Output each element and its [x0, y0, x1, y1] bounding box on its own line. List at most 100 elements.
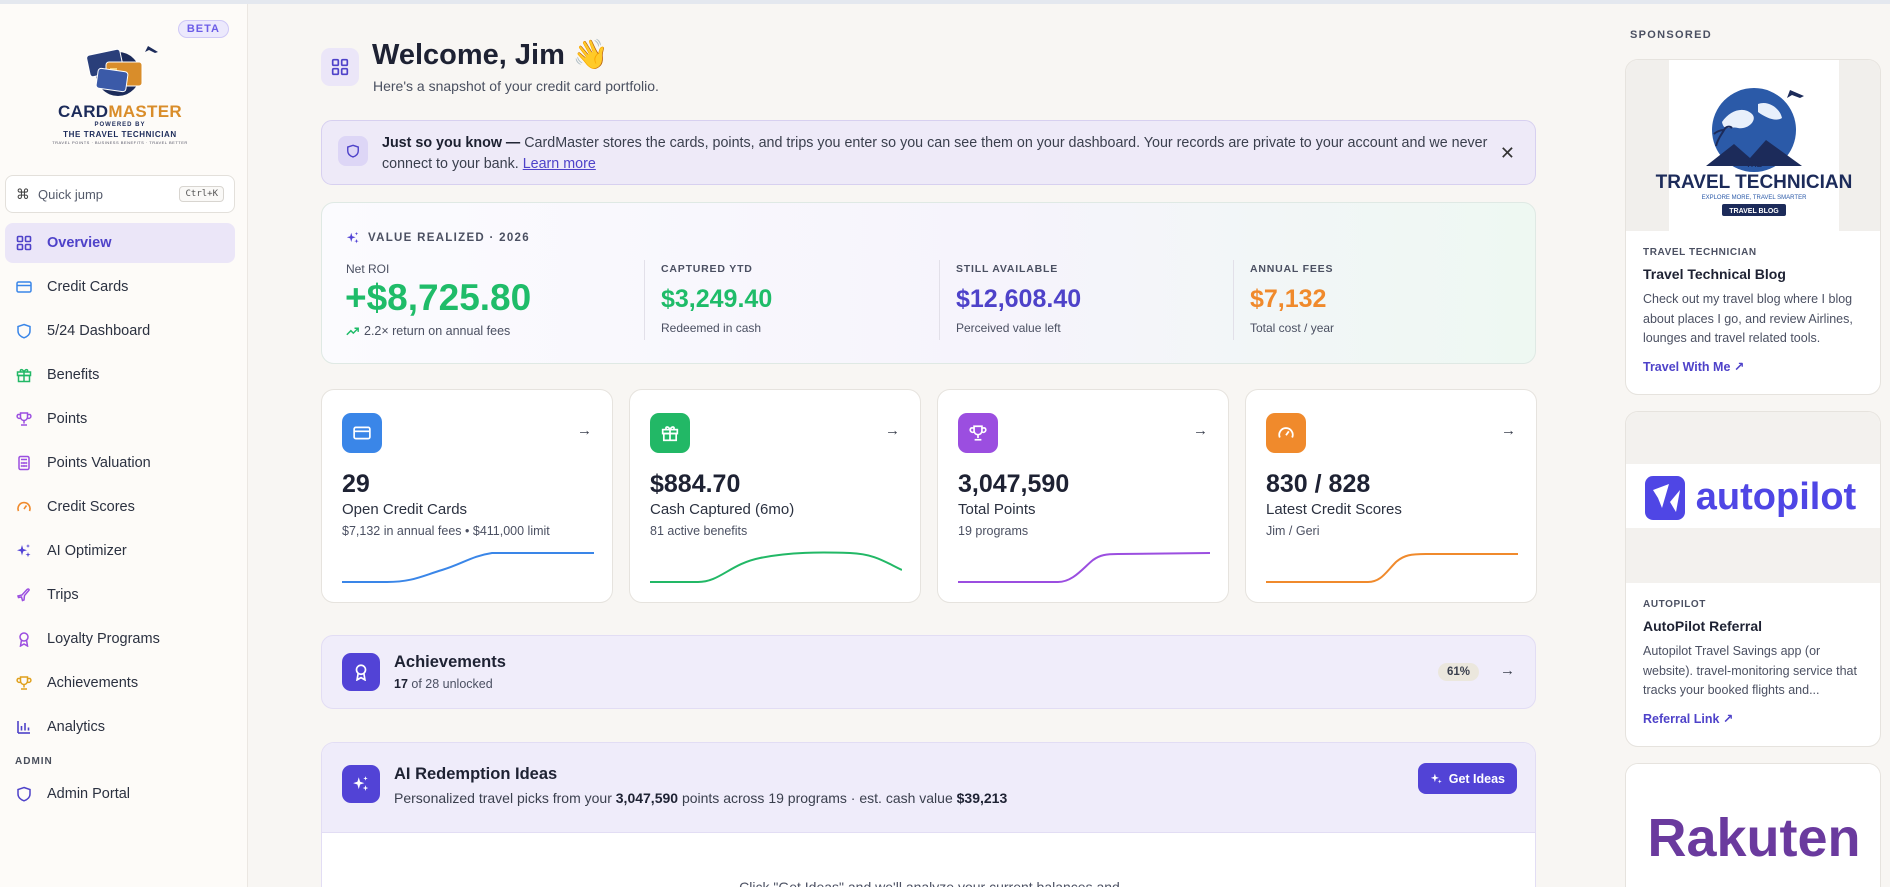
trophy-icon — [15, 674, 33, 692]
net-roi-value: +$8,725.80 — [345, 277, 532, 318]
metric-value: 29 — [342, 470, 370, 498]
ad-autopilot[interactable]: autopilot AUTOPILOT AutoPilot Referral A… — [1625, 411, 1881, 747]
sidebar-item-label: Credit Cards — [47, 279, 129, 295]
autopilot-logo: autopilot — [1626, 464, 1880, 528]
stat-sub: Perceived value left — [956, 321, 1061, 335]
sidebar-item-label: Points — [47, 411, 88, 427]
annual-fees-stat: ANNUAL FEES $7,132 Total cost / year — [1233, 260, 1334, 340]
get-ideas-button[interactable]: Get Ideas — [1417, 763, 1517, 794]
metric-card-open-credit-cards[interactable]: → 29 Open Credit Cards $7,132 in annual … — [321, 389, 613, 603]
achievements-percent-badge: 61% — [1437, 663, 1479, 681]
command-icon: ⌘ — [16, 185, 30, 202]
ad-tag: TRAVEL TECHNICIAN — [1643, 247, 1757, 258]
referral-link[interactable]: Referral Link ↗ — [1643, 711, 1733, 726]
close-icon[interactable]: ✕ — [1500, 143, 1515, 164]
metric-card-cash-captured[interactable]: → $884.70 Cash Captured (6mo) 81 active … — [629, 389, 921, 603]
stat-label: STILL AVAILABLE — [956, 263, 1059, 275]
metric-title: Latest Credit Scores — [1266, 501, 1402, 518]
net-roi-label: Net ROI — [346, 262, 390, 276]
beta-badge: BETA — [177, 20, 229, 38]
sidebar-item-loyalty-programs[interactable]: Loyalty Programs — [5, 619, 235, 659]
stat-value: $12,608.40 — [956, 285, 1082, 313]
sparkline — [958, 552, 1210, 583]
ad-title: AutoPilot Referral — [1643, 618, 1763, 634]
sidebar-item-label: Admin Portal — [47, 786, 131, 802]
achievements-progress: 17 of 28 unlocked — [394, 677, 493, 691]
sparkline — [650, 551, 902, 583]
sparkline — [1266, 553, 1518, 583]
sidebar-item-label: Achievements — [47, 675, 139, 691]
shield-icon — [338, 136, 368, 166]
sparkles-icon — [1430, 773, 1442, 784]
stat-value: $3,249.40 — [661, 285, 773, 313]
metric-value: $884.70 — [650, 470, 741, 498]
arrow-right-icon: → — [885, 422, 900, 439]
metric-value: 830 / 828 — [1266, 470, 1371, 498]
achievements-banner[interactable]: Achievements 17 of 28 unlocked 61% → — [321, 635, 1536, 709]
gift-icon — [15, 366, 33, 384]
ad-title: Travel Technical Blog — [1643, 266, 1786, 282]
rakuten-logo: Rakuten — [1647, 808, 1860, 868]
sidebar-item-overview[interactable]: Overview — [5, 223, 235, 263]
metric-sub: 81 active benefits — [650, 524, 748, 538]
quick-jump-label: Quick jump — [38, 186, 104, 202]
quick-jump-button[interactable]: ⌘ Quick jump Ctrl+K — [5, 175, 235, 213]
sidebar-item-label: Overview — [47, 235, 112, 251]
metric-card-total-points[interactable]: → 3,047,590 Total Points 19 programs — [937, 389, 1229, 603]
value-realized-card: VALUE REALIZED · 2026 Net ROI +$8,725.80… — [321, 202, 1536, 364]
metric-card-credit-scores[interactable]: → 830 / 828 Latest Credit Scores Jim / G… — [1245, 389, 1537, 603]
sidebar-item-analytics[interactable]: Analytics — [5, 707, 235, 747]
quick-jump-shortcut: Ctrl+K — [179, 186, 224, 202]
sidebar-item-benefits[interactable]: Benefits — [5, 355, 235, 395]
sidebar-item-admin-portal[interactable]: Admin Portal — [5, 774, 235, 814]
travel-with-me-link[interactable]: Travel With Me ↗ — [1643, 359, 1744, 374]
gauge-icon — [1266, 413, 1306, 453]
plane-icon — [15, 586, 33, 604]
ad-rakuten[interactable]: Rakuten — [1625, 763, 1881, 887]
logo-brand: THE TRAVEL TECHNICIAN — [63, 130, 177, 139]
achievements-title: Achievements — [394, 653, 506, 671]
svg-text:TRAVEL BLOG: TRAVEL BLOG — [1729, 208, 1779, 215]
sidebar-item-credit-cards[interactable]: Credit Cards — [5, 267, 235, 307]
sparkles-icon — [346, 231, 359, 244]
sidebar-item-points[interactable]: Points — [5, 399, 235, 439]
ai-redemption-header: AI Redemption Ideas Personalized travel … — [322, 743, 1535, 833]
sidebar-item-ai-optimizer[interactable]: AI Optimizer — [5, 531, 235, 571]
notice-lead: Just so you know — — [382, 135, 521, 151]
sidebar-item-points-valuation[interactable]: Points Valuation — [5, 443, 235, 483]
award-icon — [342, 653, 380, 691]
sidebar-item-achievements[interactable]: Achievements — [5, 663, 235, 703]
travel-technician-logo: THE TRAVEL TECHNICIAN EXPLORE MORE, TRAV… — [1656, 60, 1853, 231]
logo-area: BETA CARDMASTER POWERED BY THE TRAVEL TE… — [0, 4, 247, 164]
sidebar-item-label: 5/24 Dashboard — [47, 323, 151, 339]
metric-title: Cash Captured (6mo) — [650, 501, 795, 518]
ai-redemption-hint: Click "Get Ideas" and we'll analyze your… — [739, 879, 1120, 887]
net-roi-sub: 2.2× return on annual fees — [346, 324, 510, 338]
metric-title: Total Points — [958, 501, 1036, 518]
ad-image: Rakuten — [1626, 764, 1880, 887]
svg-text:TRAVEL TECHNICIAN: TRAVEL TECHNICIAN — [1656, 172, 1853, 193]
sparkles-icon — [15, 542, 33, 560]
learn-more-link[interactable]: Learn more — [523, 156, 596, 172]
arrow-right-icon: → — [1500, 662, 1515, 679]
logo-title: CARDMASTER — [58, 102, 182, 121]
ai-redemption-card: AI Redemption Ideas Personalized travel … — [321, 742, 1536, 887]
stat-sub: Total cost / year — [1250, 321, 1335, 335]
trophy-icon — [958, 413, 998, 453]
value-realized-label: VALUE REALIZED · 2026 — [346, 231, 530, 245]
stat-sub: Redeemed in cash — [661, 321, 762, 335]
sidebar-item-trips[interactable]: Trips — [5, 575, 235, 615]
ad-description: Autopilot Travel Savings app (or website… — [1643, 644, 1857, 697]
ad-travel-technician[interactable]: THE TRAVEL TECHNICIAN EXPLORE MORE, TRAV… — [1625, 59, 1881, 395]
sidebar-item-credit-scores[interactable]: Credit Scores — [5, 487, 235, 527]
ai-redemption-subtitle: Personalized travel picks from your 3,04… — [394, 790, 1008, 806]
sidebar-item-5-24-dashboard[interactable]: 5/24 Dashboard — [5, 311, 235, 351]
admin-section-label: ADMIN — [15, 756, 53, 767]
sidebar-item-label: AI Optimizer — [47, 543, 127, 559]
ad-image: autopilot — [1626, 412, 1880, 583]
main-content: Welcome, Jim 👋 Here's a snapshot of your… — [248, 4, 1606, 887]
metric-title: Open Credit Cards — [342, 501, 468, 518]
metric-sub: Jim / Geri — [1266, 524, 1320, 538]
sparkline — [342, 552, 594, 583]
calculator-icon — [15, 454, 33, 472]
